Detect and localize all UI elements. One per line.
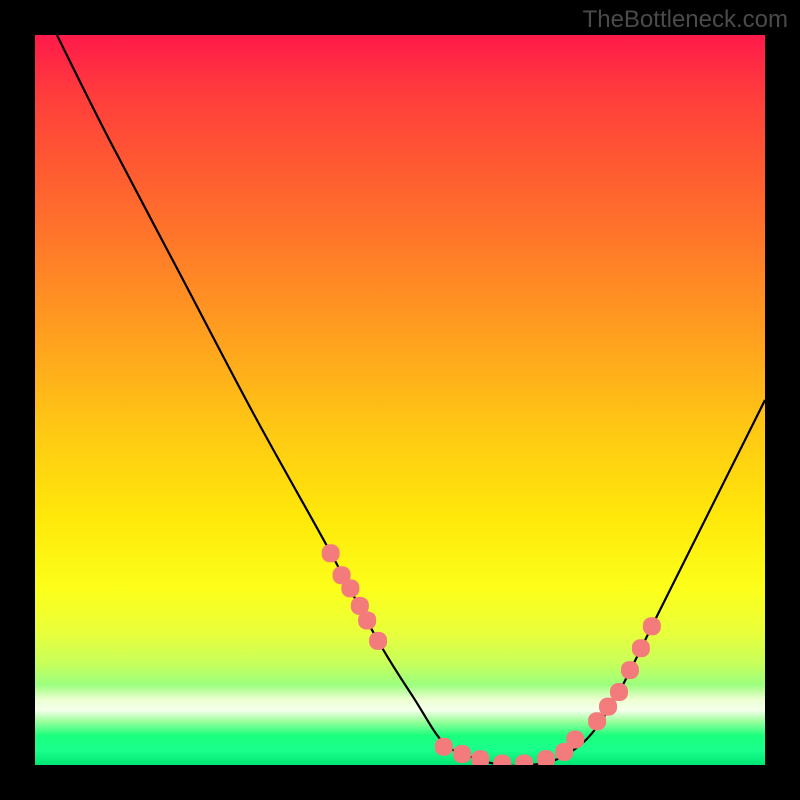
marker-point bbox=[493, 755, 511, 765]
watermark-text: TheBottleneck.com bbox=[583, 6, 788, 34]
marker-point bbox=[621, 661, 639, 679]
marker-point bbox=[632, 639, 650, 657]
marker-point bbox=[322, 544, 340, 562]
marker-point bbox=[453, 745, 471, 763]
marker-point bbox=[341, 579, 359, 597]
marker-point bbox=[369, 632, 387, 650]
marker-point bbox=[435, 738, 453, 756]
marker-point bbox=[588, 712, 606, 730]
chart-svg bbox=[35, 35, 765, 765]
marker-point bbox=[643, 617, 661, 635]
chart-container: TheBottleneck.com bbox=[0, 0, 800, 800]
marker-point bbox=[471, 750, 489, 765]
plot-area bbox=[35, 35, 765, 765]
marker-point bbox=[515, 755, 533, 765]
marker-point bbox=[566, 730, 584, 748]
marker-point bbox=[537, 750, 555, 765]
marker-point bbox=[610, 683, 628, 701]
curve-line bbox=[57, 35, 765, 765]
marker-point bbox=[358, 611, 376, 629]
marker-point bbox=[599, 698, 617, 716]
data-markers bbox=[322, 544, 661, 765]
